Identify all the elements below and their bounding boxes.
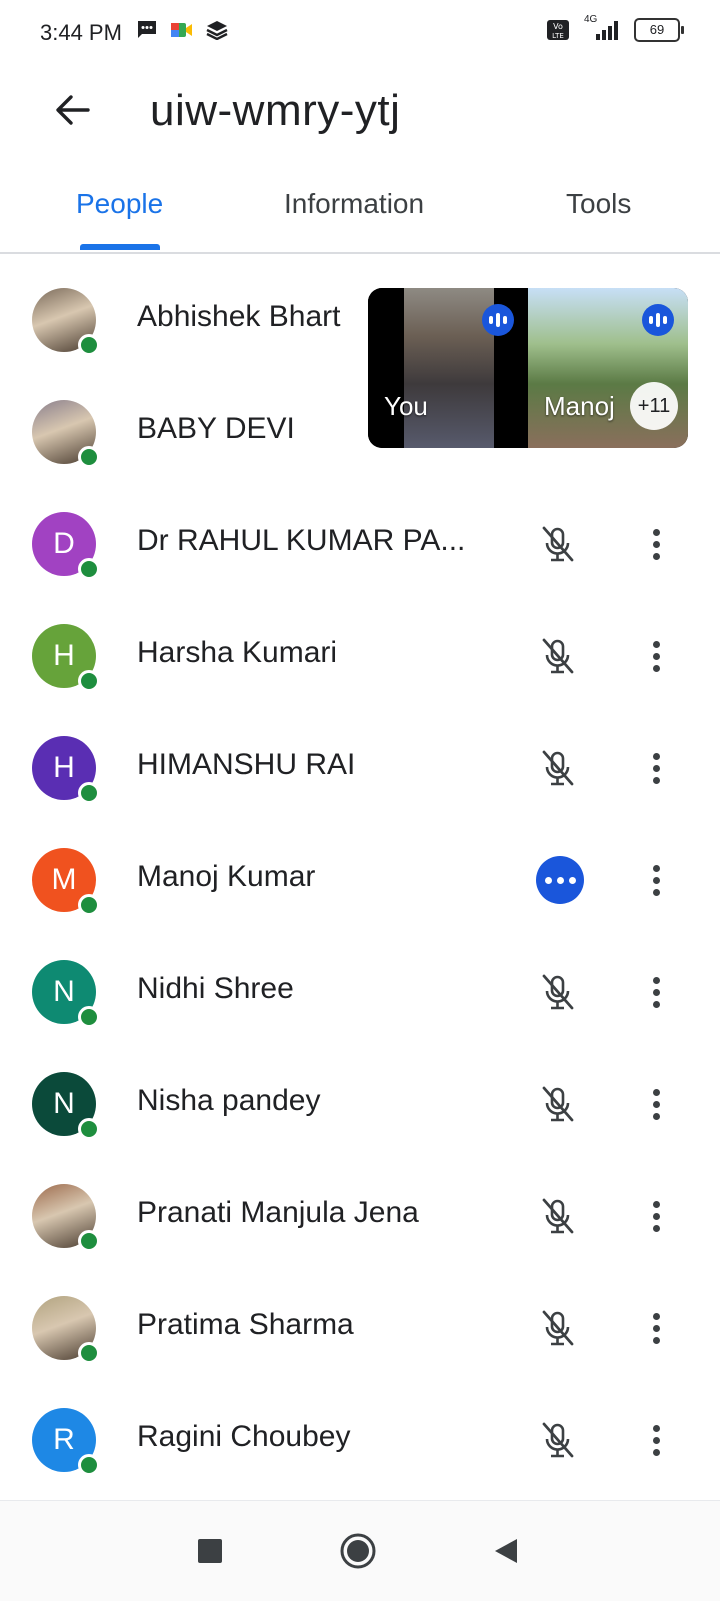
- video-preview-overlay[interactable]: You Manoj +11: [368, 288, 688, 448]
- audio-level-icon: [642, 304, 674, 336]
- participant-name: BABY DEVI: [137, 412, 295, 445]
- mic-off-icon: [536, 970, 580, 1014]
- participant-row[interactable]: N Nidhi Shree: [0, 934, 720, 1046]
- mic-off-icon: [536, 1418, 580, 1462]
- participant-row[interactable]: N Nisha pandey: [0, 1046, 720, 1158]
- system-back-button[interactable]: [486, 1531, 526, 1571]
- mic-off-icon: [536, 1082, 580, 1126]
- online-status-dot: [78, 782, 100, 804]
- online-status-dot: [78, 1454, 100, 1476]
- participant-name: Nidhi Shree: [137, 972, 294, 1005]
- more-options-icon[interactable]: [640, 746, 672, 790]
- online-status-dot: [78, 1230, 100, 1252]
- participant-row[interactable]: Pratima Sharma: [0, 1270, 720, 1382]
- participant-name: Pratima Sharma: [137, 1308, 354, 1341]
- home-circle-icon: [340, 1533, 376, 1569]
- svg-text:LTE: LTE: [552, 32, 564, 40]
- battery-icon: 69: [634, 18, 684, 42]
- tab-people[interactable]: People: [76, 188, 163, 220]
- layers-icon: [206, 21, 228, 40]
- tab-tools[interactable]: Tools: [566, 188, 631, 220]
- participant-row[interactable]: H Harsha Kumari: [0, 598, 720, 710]
- participant-video-tile[interactable]: Manoj +11: [528, 288, 688, 448]
- participant-name: HIMANSHU RAI: [137, 748, 356, 781]
- participant-row[interactable]: D Dr RAHUL KUMAR PA...: [0, 486, 720, 598]
- arrow-back-icon: [56, 95, 90, 125]
- mic-off-icon: [536, 634, 580, 678]
- participant-name: Abhishek Bhart: [137, 300, 341, 333]
- online-status-dot: [78, 1006, 100, 1028]
- more-options-icon[interactable]: [640, 522, 672, 566]
- status-time: 3:44 PM: [40, 20, 122, 45]
- participant-row[interactable]: M Manoj Kumar: [0, 822, 720, 934]
- participant-row[interactable]: R Ragini Choubey: [0, 1382, 720, 1494]
- mic-off-icon: [536, 522, 580, 566]
- more-options-icon[interactable]: [640, 858, 672, 902]
- participant-name: Ragini Choubey: [137, 1420, 351, 1453]
- more-options-icon[interactable]: [640, 634, 672, 678]
- participant-name: Nisha pandey: [137, 1084, 321, 1117]
- more-options-icon[interactable]: [640, 970, 672, 1014]
- signal-icon: 4G: [582, 14, 622, 42]
- online-status-dot: [78, 894, 100, 916]
- active-tab-indicator: [80, 244, 160, 250]
- self-video-feed: [404, 288, 494, 448]
- svg-text:Vo: Vo: [553, 22, 563, 31]
- meeting-code-title: uiw-wmry-ytj: [150, 86, 401, 135]
- recents-square-icon: [198, 1539, 222, 1563]
- app-header: uiw-wmry-ytj: [0, 70, 720, 180]
- online-status-dot: [78, 334, 100, 356]
- mic-off-icon: [536, 1306, 580, 1350]
- participant-name: Pranati Manjula Jena: [137, 1196, 419, 1229]
- system-nav-bar: [0, 1500, 720, 1601]
- participant-name: Harsha Kumari: [137, 636, 338, 669]
- online-status-dot: [78, 446, 100, 468]
- online-status-dot: [78, 558, 100, 580]
- audio-level-icon: [482, 304, 514, 336]
- home-button[interactable]: [338, 1531, 378, 1571]
- self-video-tile[interactable]: You: [368, 288, 528, 448]
- participant-name: Manoj Kumar: [137, 860, 316, 893]
- tab-bar: People Information Tools: [0, 178, 720, 254]
- self-tile-label: You: [384, 391, 428, 421]
- speaking-indicator-icon: [536, 856, 584, 904]
- more-options-icon[interactable]: [640, 1418, 672, 1462]
- participant-name: Dr RAHUL KUMAR PA...: [137, 524, 466, 557]
- online-status-dot: [78, 1118, 100, 1140]
- more-options-icon[interactable]: [640, 1082, 672, 1126]
- back-button[interactable]: [50, 88, 94, 132]
- volte-icon: VoLTE: [547, 20, 569, 40]
- mic-off-icon: [536, 746, 580, 790]
- tab-information[interactable]: Information: [284, 188, 424, 220]
- participant-row[interactable]: H HIMANSHU RAI: [0, 710, 720, 822]
- notification-icons: [136, 20, 228, 40]
- status-bar: 3:44 PM Vo LTE 4G 69: [0, 0, 720, 70]
- system-icons: Vo LTE 4G 69: [546, 14, 684, 42]
- online-status-dot: [78, 1342, 100, 1364]
- more-participants-count: +11: [630, 382, 678, 430]
- participant-tile-label: Manoj: [544, 391, 615, 421]
- more-options-icon[interactable]: [640, 1306, 672, 1350]
- participant-row[interactable]: Pranati Manjula Jena: [0, 1158, 720, 1270]
- back-triangle-icon: [495, 1539, 517, 1563]
- mic-off-icon: [536, 1194, 580, 1238]
- more-options-icon[interactable]: [640, 1194, 672, 1238]
- message-icon: [138, 21, 156, 38]
- online-status-dot: [78, 670, 100, 692]
- meet-icon: [171, 23, 192, 37]
- recents-button[interactable]: [190, 1531, 230, 1571]
